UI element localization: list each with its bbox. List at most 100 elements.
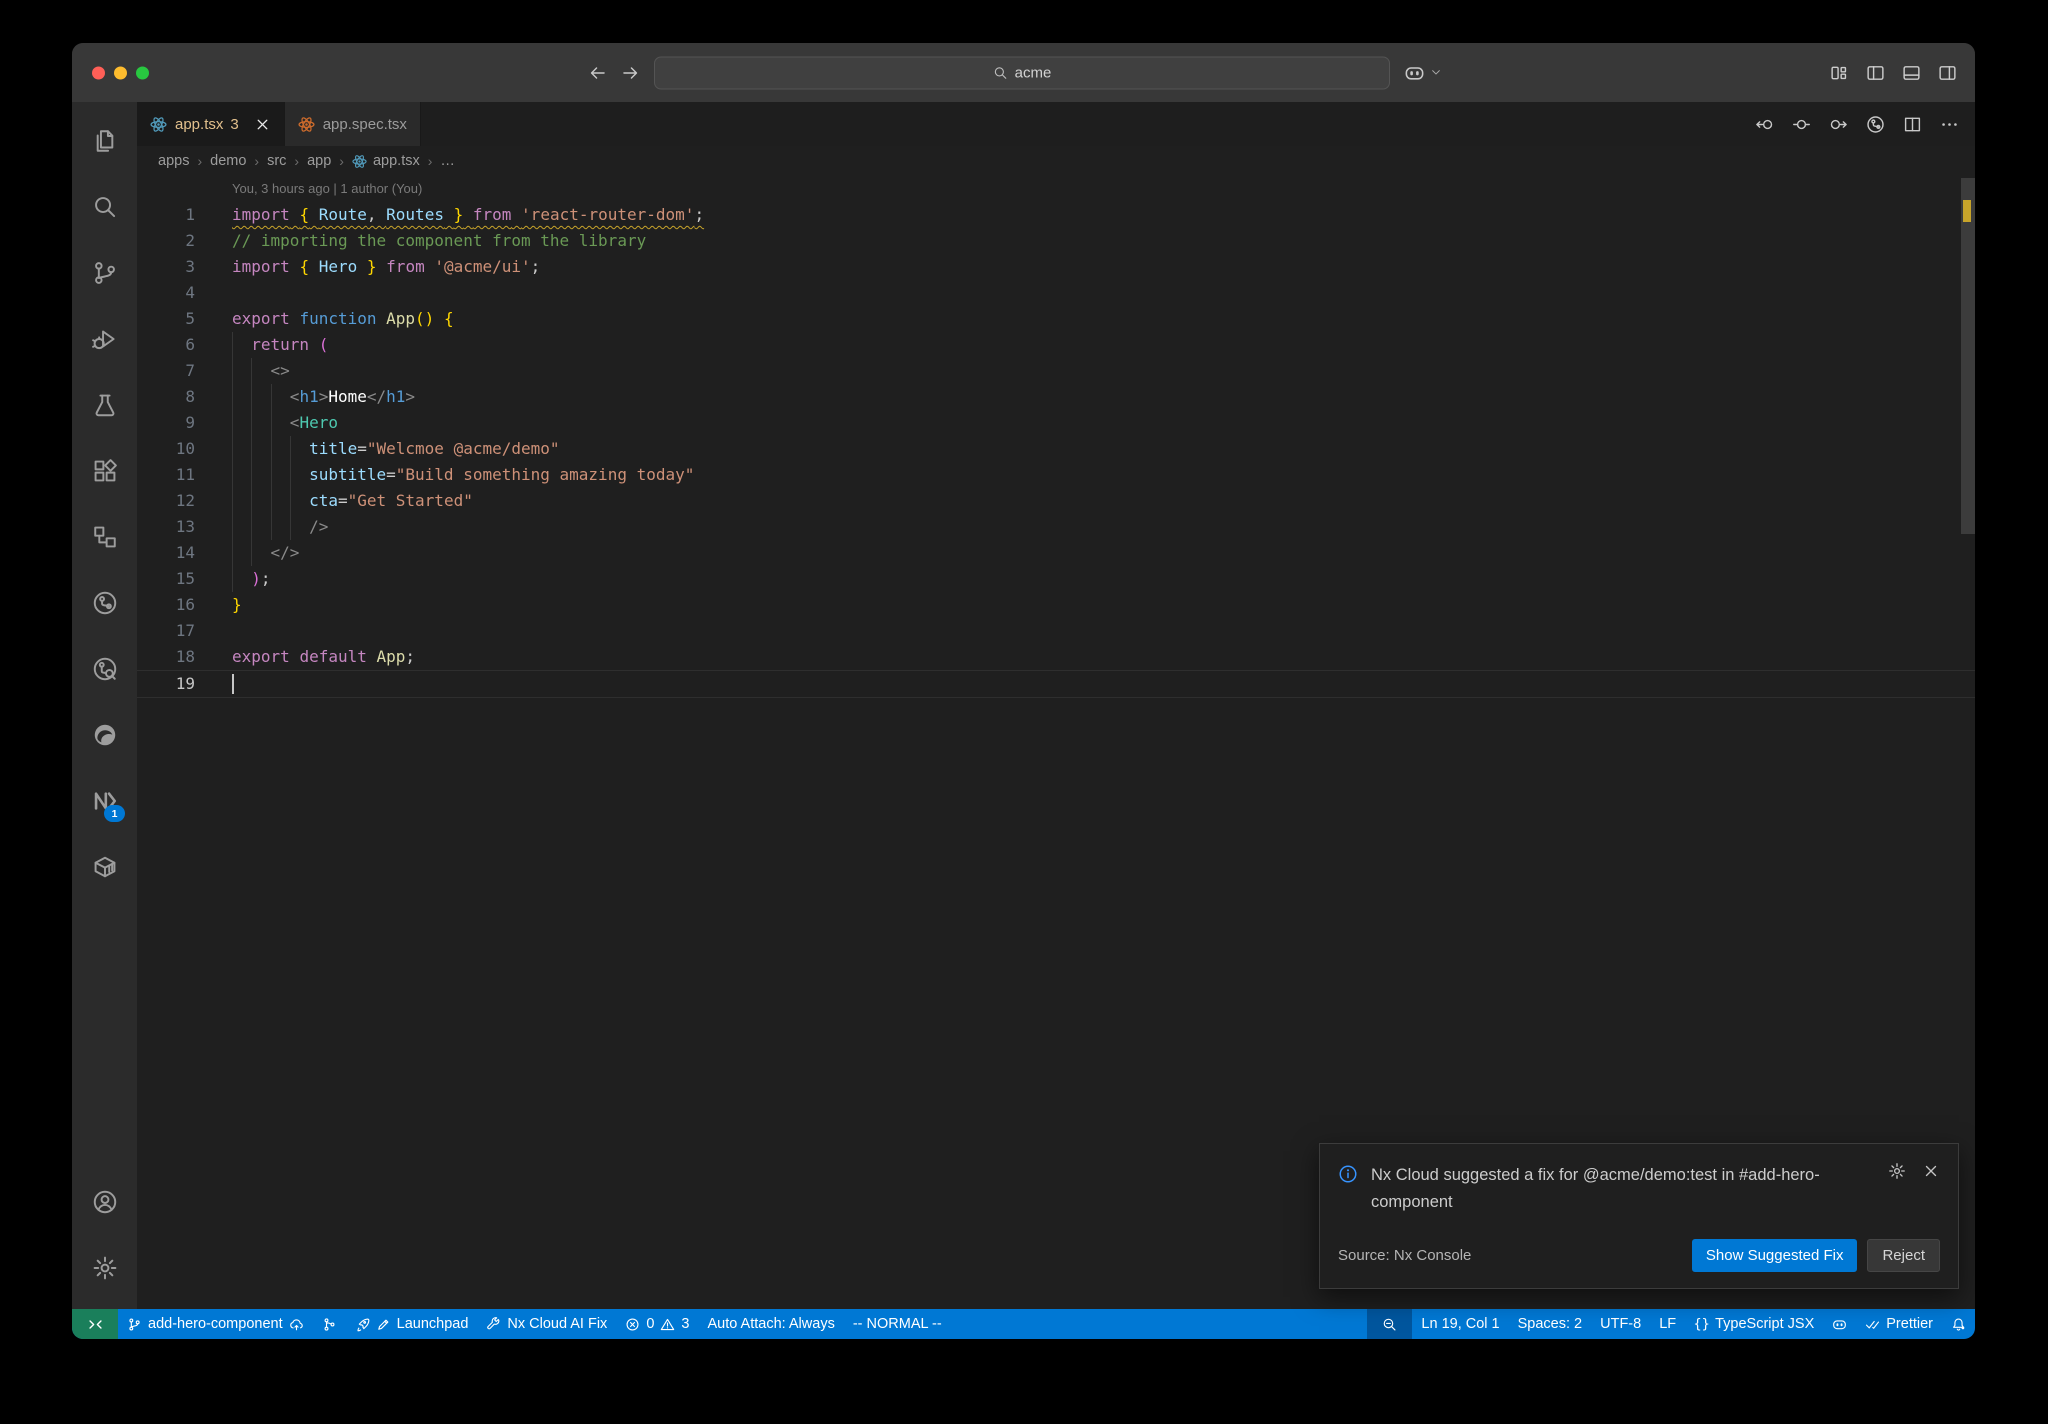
- status-cursor-position[interactable]: Ln 19, Col 1: [1412, 1309, 1508, 1339]
- text-cursor: [232, 674, 234, 694]
- command-center-search[interactable]: acme: [654, 56, 1390, 89]
- code-line-13[interactable]: 13 />: [137, 514, 1975, 540]
- line-number: 13: [175, 517, 195, 536]
- code-line-11[interactable]: 11 subtitle="Build something amazing toda…: [137, 462, 1975, 488]
- activity-settings[interactable]: [72, 1235, 137, 1301]
- more-actions-icon[interactable]: [1940, 115, 1959, 134]
- status-indentation[interactable]: Spaces: 2: [1509, 1309, 1592, 1339]
- status-eol[interactable]: LF: [1650, 1309, 1685, 1339]
- line-content: <Hero: [232, 410, 1975, 436]
- line-number: 7: [185, 361, 195, 380]
- code-line-17[interactable]: 17: [137, 618, 1975, 644]
- split-editor-icon[interactable]: [1903, 115, 1922, 134]
- activity-search[interactable]: [72, 174, 137, 240]
- status-prettier[interactable]: Prettier: [1856, 1309, 1942, 1339]
- copilot-menu[interactable]: [1404, 62, 1442, 83]
- activity-run-and-debug[interactable]: [72, 306, 137, 372]
- code-line-2[interactable]: 2 // importing the component from the lib…: [137, 228, 1975, 254]
- breadcrumb-separator: ›: [254, 153, 260, 169]
- toggle-panel-icon[interactable]: [1902, 63, 1921, 82]
- tokens: return (: [251, 335, 329, 354]
- wrench-icon: [486, 1316, 501, 1332]
- reject-button[interactable]: Reject: [1867, 1239, 1940, 1272]
- status-zoom-indicator[interactable]: [1367, 1309, 1413, 1339]
- open-change-icon[interactable]: [1792, 115, 1811, 134]
- code-line-18[interactable]: 18 export default App;: [137, 644, 1975, 670]
- open-previous-change-icon[interactable]: [1755, 115, 1774, 134]
- code-line-14[interactable]: 14 </>: [137, 540, 1975, 566]
- code-line-5[interactable]: 5 export function App() {: [137, 306, 1975, 332]
- toggle-secondary-sidebar-icon[interactable]: [1938, 63, 1957, 82]
- breadcrumb-item-demo[interactable]: demo: [210, 153, 246, 169]
- indent-guide: [232, 384, 251, 410]
- code-line-1[interactable]: 1 import { Route, Routes } from 'react-ro…: [137, 202, 1975, 228]
- code-line-3[interactable]: 3 import { Hero } from '@acme/ui';: [137, 254, 1975, 280]
- activity-containers[interactable]: [72, 834, 137, 900]
- activity-project-hierarchy[interactable]: [72, 504, 137, 570]
- status-copilot-status[interactable]: [1823, 1309, 1856, 1339]
- status-problems[interactable]: 03: [616, 1309, 698, 1339]
- activity-edge-browser[interactable]: [72, 702, 137, 768]
- status-git-branch[interactable]: add-hero-component: [118, 1309, 313, 1339]
- scrollbar-thumb[interactable]: [1961, 178, 1975, 534]
- code-line-15[interactable]: 15);: [137, 566, 1975, 592]
- status-commit-graph[interactable]: [313, 1309, 346, 1339]
- breadcrumb-item-src[interactable]: src: [267, 153, 286, 169]
- code-line-4[interactable]: 4: [137, 280, 1975, 306]
- toggle-primary-sidebar-icon[interactable]: [1866, 63, 1885, 82]
- breadcrumb-file[interactable]: app.tsx: [352, 153, 420, 169]
- line-content: [232, 671, 1975, 697]
- indent-guide: [232, 462, 251, 488]
- breadcrumb[interactable]: apps › demo › src › app › app.tsx ›…: [137, 146, 1975, 176]
- activity-pipelines[interactable]: [72, 570, 137, 636]
- minimize-window-button[interactable]: [114, 66, 127, 79]
- activity-explorer[interactable]: [72, 108, 137, 174]
- indent-guide: [290, 462, 309, 488]
- back-icon[interactable]: [588, 63, 607, 82]
- line-content: }: [232, 592, 1975, 618]
- gitlens-graph-icon[interactable]: [1866, 115, 1885, 134]
- activity-gitlens-inspect[interactable]: [72, 636, 137, 702]
- zoom-window-button[interactable]: [136, 66, 149, 79]
- status-launchpad[interactable]: Launchpad: [346, 1309, 478, 1339]
- forward-icon[interactable]: [621, 63, 640, 82]
- code-line-7[interactable]: 7 <>: [137, 358, 1975, 384]
- activity-extensions[interactable]: [72, 438, 137, 504]
- code-line-9[interactable]: 9 <Hero: [137, 410, 1975, 436]
- customize-layout-icon[interactable]: [1830, 63, 1849, 82]
- indent-guide: [271, 384, 290, 410]
- close-window-button[interactable]: [92, 66, 105, 79]
- info-icon: [1338, 1164, 1358, 1184]
- indent-guide: [251, 358, 270, 384]
- code-line-12[interactable]: 12 cta="Get Started": [137, 488, 1975, 514]
- tab-app.spec.tsx[interactable]: app.spec.tsx: [284, 102, 421, 146]
- status-auto-attach[interactable]: Auto Attach: Always: [698, 1309, 843, 1339]
- status-remote-indicator[interactable]: [72, 1309, 118, 1339]
- status-notifications-bell[interactable]: [1942, 1309, 1975, 1339]
- breadcrumb-item-app[interactable]: app: [307, 153, 331, 169]
- open-next-change-icon[interactable]: [1829, 115, 1848, 134]
- code-editor[interactable]: You, 3 hours ago | 1 author (You) 1 impor…: [137, 176, 1975, 1309]
- tab-app.tsx[interactable]: app.tsx 3: [137, 102, 285, 146]
- activity-accounts[interactable]: [72, 1169, 137, 1235]
- code-line-19[interactable]: 19: [137, 670, 1975, 698]
- code-line-10[interactable]: 10 title="Welcmoe @acme/demo": [137, 436, 1975, 462]
- status-encoding[interactable]: UTF-8: [1591, 1309, 1650, 1339]
- activity-source-control[interactable]: [72, 240, 137, 306]
- code-line-8[interactable]: 8 <h1>Home</h1>: [137, 384, 1975, 410]
- status-language-mode[interactable]: {} TypeScript JSX: [1685, 1309, 1823, 1339]
- activity-nx-console[interactable]: 1: [72, 768, 137, 834]
- status-text: Launchpad: [396, 1316, 469, 1332]
- notification-close-icon[interactable]: [1922, 1162, 1940, 1180]
- code-line-16[interactable]: 16}: [137, 592, 1975, 618]
- notification-settings-icon[interactable]: [1888, 1162, 1906, 1180]
- tab-close-icon[interactable]: [254, 116, 271, 133]
- search-text: acme: [1014, 64, 1052, 81]
- code-line-6[interactable]: 6 return (: [137, 332, 1975, 358]
- breadcrumb-item-apps[interactable]: apps: [158, 153, 189, 169]
- tokens: cta="Get Started": [309, 491, 473, 510]
- status-nx-cloud-ai-fix[interactable]: Nx Cloud AI Fix: [477, 1309, 616, 1339]
- show-suggested-fix-button[interactable]: Show Suggested Fix: [1691, 1239, 1858, 1272]
- status-vim-mode[interactable]: -- NORMAL --: [844, 1309, 951, 1339]
- activity-testing[interactable]: [72, 372, 137, 438]
